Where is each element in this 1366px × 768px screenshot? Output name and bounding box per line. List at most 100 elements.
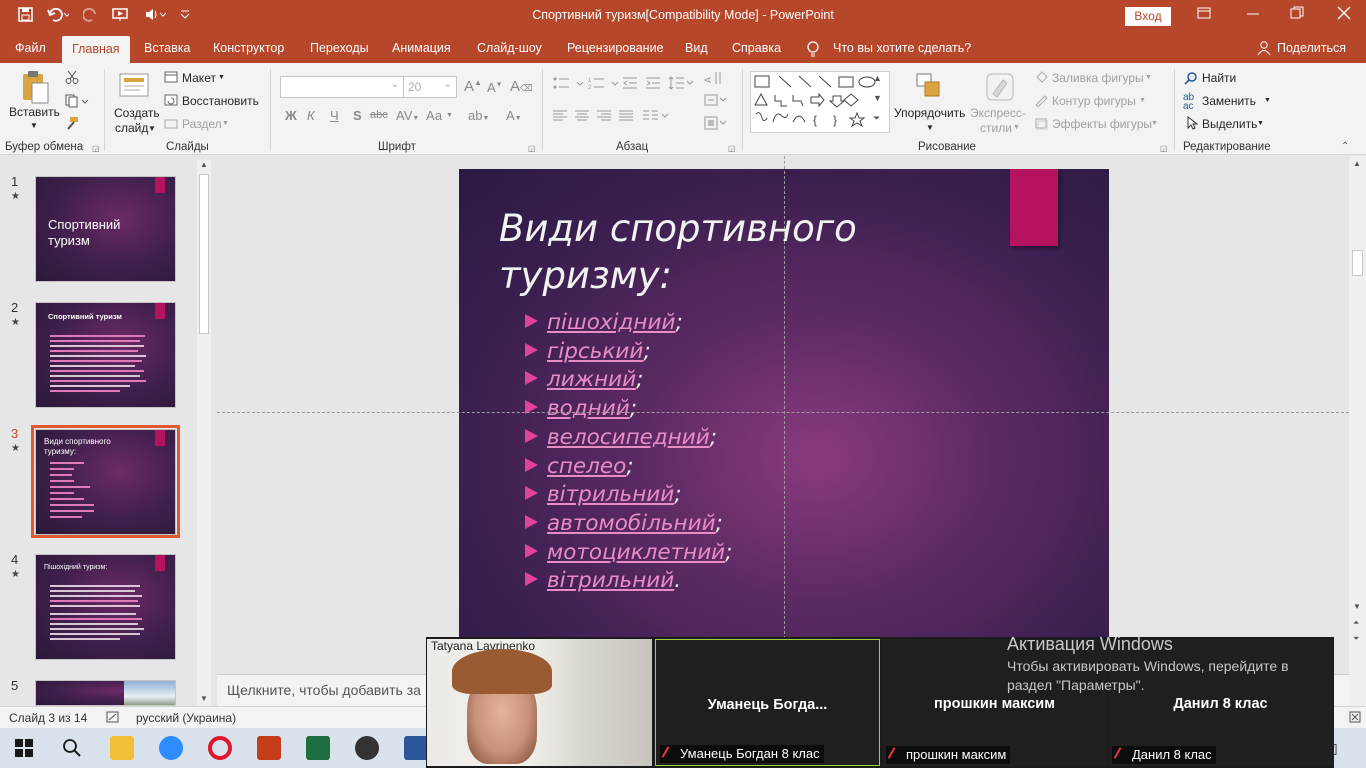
scroll-up-icon[interactable]: ▲ bbox=[1353, 159, 1361, 168]
strikethrough-button[interactable]: abc bbox=[370, 109, 388, 121]
gallery-up-icon[interactable]: ▲ bbox=[873, 73, 882, 83]
new-slide-label-2[interactable]: слайд bbox=[115, 121, 148, 135]
bullets-icon[interactable] bbox=[553, 76, 587, 93]
highlight-icon[interactable]: ab▼ bbox=[468, 108, 489, 123]
thumbnail-scrollbar[interactable]: ▲ ▼ bbox=[197, 160, 211, 706]
main-scrollbar[interactable]: ▲ ▼ ⏶ ⏷ bbox=[1349, 156, 1366, 706]
shape-outline-icon[interactable] bbox=[1034, 94, 1048, 110]
bullet-list[interactable]: пішохідний; гірський; лижний; водний; ве… bbox=[525, 309, 732, 596]
slide-thumbnail-5[interactable] bbox=[35, 680, 176, 706]
spellcheck-icon[interactable] bbox=[106, 711, 120, 726]
slide-title[interactable]: Види спортивного туризму: bbox=[499, 205, 919, 299]
reset-button[interactable]: Восстановить bbox=[182, 94, 259, 108]
char-spacing-icon[interactable]: AV▼ bbox=[396, 108, 419, 123]
share-icon[interactable] bbox=[1257, 41, 1271, 58]
quick-styles-label-2[interactable]: стили bbox=[980, 121, 1012, 135]
sign-in-button[interactable]: Вход bbox=[1125, 7, 1171, 26]
replace-dropdown-icon[interactable]: ▼ bbox=[1264, 97, 1271, 104]
change-case-button[interactable]: Аа bbox=[426, 108, 442, 123]
notes-placeholder[interactable]: Щелкните, чтобы добавить за bbox=[227, 682, 421, 698]
tab-help[interactable]: Справка bbox=[732, 41, 781, 55]
gallery-more-icon[interactable]: ⏷ bbox=[873, 113, 880, 124]
arrange-icon[interactable] bbox=[915, 72, 943, 103]
bullet-link[interactable]: водний bbox=[547, 396, 630, 421]
clear-formatting-icon[interactable]: A⌫ bbox=[510, 78, 533, 95]
format-painter-icon[interactable] bbox=[65, 116, 79, 133]
next-slide-icon[interactable]: ⏷ bbox=[1353, 634, 1359, 644]
bullet-link[interactable]: велосипедний bbox=[547, 425, 710, 450]
participant-video[interactable]: Tatyana Lavrinenko bbox=[427, 639, 652, 766]
section-dropdown-icon[interactable]: ▼ bbox=[222, 120, 229, 127]
section-button[interactable]: Раздел bbox=[182, 117, 222, 131]
shapes-gallery[interactable]: {} bbox=[750, 71, 890, 133]
font-size-combo[interactable]: 20 ⌄ bbox=[403, 76, 457, 98]
new-slide-dropdown-icon[interactable]: ▼ bbox=[148, 124, 156, 133]
gallery-down-icon[interactable]: ▼ bbox=[873, 93, 882, 103]
reset-icon[interactable] bbox=[164, 94, 178, 109]
search-icon[interactable] bbox=[62, 738, 82, 761]
powerpoint-icon[interactable] bbox=[257, 736, 281, 760]
shadow-button[interactable]: S bbox=[353, 108, 362, 123]
vertical-guide[interactable] bbox=[784, 156, 785, 674]
underline-button[interactable]: Ч bbox=[330, 108, 339, 123]
restore-icon[interactable] bbox=[1290, 6, 1304, 23]
share-button[interactable]: Поделиться bbox=[1277, 41, 1346, 55]
tab-review[interactable]: Рецензирование bbox=[567, 41, 664, 55]
slide-thumbnail-4[interactable]: Пішохідний туризм: bbox=[35, 554, 176, 660]
previous-slide-icon[interactable]: ⏶ bbox=[1353, 618, 1359, 628]
tab-file[interactable]: Файл bbox=[15, 41, 46, 55]
align-right-icon[interactable] bbox=[597, 110, 611, 125]
slide-thumbnail-1[interactable]: Спортивний туризм bbox=[35, 176, 176, 282]
decrease-indent-icon[interactable] bbox=[622, 76, 638, 93]
font-name-combo[interactable]: ⌄ bbox=[280, 76, 404, 98]
align-text-icon[interactable] bbox=[704, 93, 728, 110]
shape-effects-button[interactable]: Эффекты фигуры bbox=[1052, 117, 1152, 131]
paste-dropdown-icon[interactable]: ▼ bbox=[30, 121, 38, 130]
columns-icon[interactable] bbox=[643, 109, 669, 126]
select-icon[interactable] bbox=[1186, 115, 1199, 133]
close-icon[interactable] bbox=[1337, 6, 1351, 23]
scroll-down-icon[interactable]: ▼ bbox=[200, 694, 208, 703]
paste-button[interactable]: Вставить bbox=[9, 105, 60, 119]
slide-thumbnail-2[interactable]: Спортивний туризм bbox=[35, 302, 176, 408]
tab-animations[interactable]: Анимация bbox=[392, 41, 451, 55]
shape-outline-dropdown-icon[interactable]: ▼ bbox=[1139, 97, 1146, 104]
bullet-link[interactable]: автомобільний bbox=[547, 511, 716, 536]
arrange-dropdown-icon[interactable]: ▼ bbox=[926, 123, 934, 132]
tab-insert[interactable]: Вставка bbox=[144, 41, 190, 55]
language-indicator[interactable]: русский (Украина) bbox=[136, 711, 236, 725]
windows-start-icon[interactable] bbox=[15, 739, 33, 760]
quick-styles-icon[interactable] bbox=[985, 72, 1015, 105]
word-icon[interactable] bbox=[404, 736, 428, 760]
tab-slideshow[interactable]: Слайд-шоу bbox=[477, 41, 542, 55]
paste-icon[interactable] bbox=[20, 69, 52, 108]
justify-icon[interactable] bbox=[619, 110, 633, 125]
shape-effects-dropdown-icon[interactable]: ▼ bbox=[1151, 120, 1158, 127]
shape-outline-button[interactable]: Контур фигуры bbox=[1052, 94, 1136, 108]
scroll-down-icon[interactable]: ▼ bbox=[1353, 602, 1361, 611]
participant-tile[interactable]: Уманець Богда... Уманець Богдан 8 клас bbox=[655, 639, 880, 766]
shape-fill-button[interactable]: Заливка фигуры bbox=[1052, 71, 1144, 85]
select-dropdown-icon[interactable]: ▼ bbox=[1257, 120, 1264, 127]
increase-indent-icon[interactable] bbox=[645, 76, 661, 93]
bold-button[interactable]: Ж bbox=[285, 108, 297, 123]
opera-icon[interactable] bbox=[208, 736, 232, 760]
align-center-icon[interactable] bbox=[575, 110, 589, 125]
new-slide-button[interactable]: Создать bbox=[114, 106, 160, 120]
tab-home[interactable]: Главная bbox=[62, 36, 130, 63]
font-color-icon[interactable]: A▼ bbox=[506, 108, 522, 123]
italic-button[interactable]: К bbox=[307, 108, 315, 123]
copy-icon[interactable] bbox=[65, 94, 89, 111]
media-player-icon[interactable] bbox=[355, 736, 379, 760]
minimize-icon[interactable] bbox=[1246, 6, 1260, 23]
excel-icon[interactable] bbox=[306, 736, 330, 760]
clipboard-launcher-icon[interactable]: ◲ bbox=[92, 144, 100, 153]
quick-styles-dropdown-icon[interactable]: ▼ bbox=[1013, 124, 1020, 131]
horizontal-guide[interactable] bbox=[217, 412, 1349, 413]
ribbon-display-options-icon[interactable] bbox=[1197, 6, 1211, 23]
replace-button[interactable]: Заменить bbox=[1202, 94, 1256, 108]
replace-icon[interactable]: ab ac bbox=[1183, 93, 1194, 112]
bullet-link[interactable]: пішохідний bbox=[547, 310, 675, 335]
fit-to-window-icon[interactable] bbox=[1349, 711, 1361, 726]
slide-thumbnail-3[interactable]: Види спортивного туризму: bbox=[35, 429, 176, 535]
